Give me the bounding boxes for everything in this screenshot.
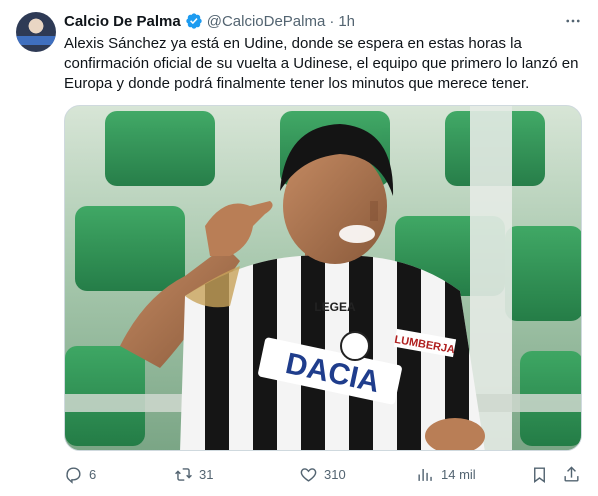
tweet-text: Alexis Sánchez ya está en Udine, donde s… — [64, 35, 579, 92]
views-icon — [418, 468, 432, 481]
views-button[interactable]: 14 mil — [416, 462, 476, 486]
reply-icon — [66, 466, 81, 484]
reply-count: 6 — [89, 466, 97, 482]
avatar-stripe — [16, 36, 56, 45]
like-count: 310 — [324, 466, 346, 482]
more-dots-icon — [566, 19, 580, 23]
avatar[interactable] — [16, 12, 56, 52]
tweet-timestamp[interactable]: 1h — [338, 13, 355, 30]
verified-badge-icon — [185, 12, 203, 30]
bookmark-button[interactable] — [530, 462, 549, 486]
separator-dot: · — [329, 12, 335, 30]
heart-icon — [300, 467, 317, 482]
football-player-photo: DACIA LEGEA LUMBERJA — [65, 106, 581, 450]
tweet[interactable]: Calcio De Palma @CalcioDePalma · 1h Alex… — [0, 0, 598, 496]
like-button[interactable]: 310 — [299, 462, 346, 486]
repost-count: 31 — [199, 466, 214, 482]
bookmark-icon — [534, 466, 545, 483]
reply-button[interactable]: 6 — [64, 462, 96, 486]
views-count: 14 mil — [441, 466, 476, 482]
share-icon — [564, 465, 579, 482]
brand-text: LEGEA — [314, 300, 356, 314]
more-options-button[interactable] — [562, 10, 584, 32]
tweet-actions: 6 31 310 14 mil — [64, 462, 584, 486]
share-button[interactable] — [562, 462, 581, 486]
author-name[interactable]: Calcio De Palma — [64, 13, 181, 30]
tweet-photo[interactable]: DACIA LEGEA LUMBERJA — [64, 105, 582, 451]
tweet-header: Calcio De Palma @CalcioDePalma · 1h — [64, 10, 355, 32]
author-handle[interactable]: @CalcioDePalma — [207, 13, 326, 30]
repost-button[interactable]: 31 — [174, 462, 213, 486]
repost-icon — [175, 467, 192, 481]
